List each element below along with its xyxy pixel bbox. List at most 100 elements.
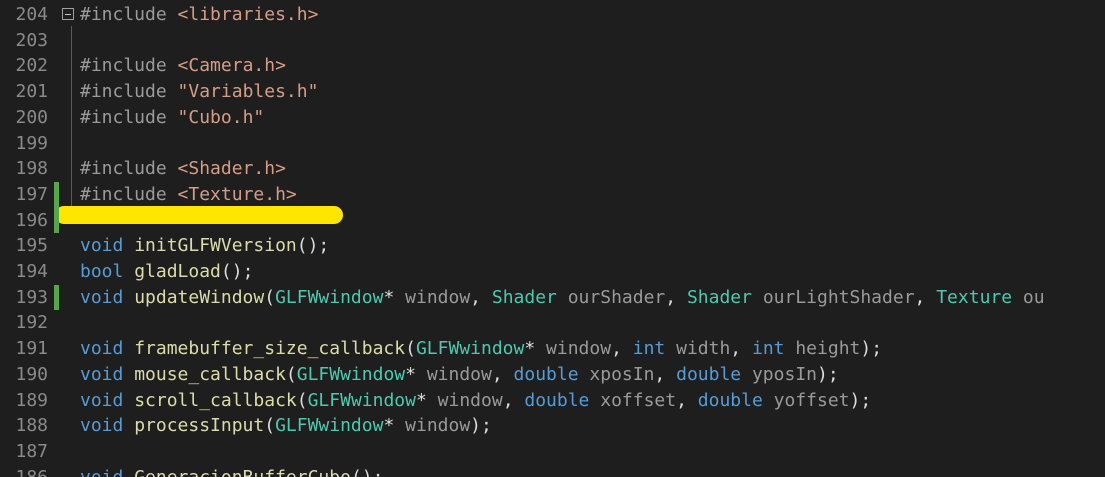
code-line[interactable]: 200 #include "Cubo.h": [0, 105, 1105, 131]
change-marker: [54, 284, 59, 311]
code-token: void: [80, 389, 135, 411]
code-text: #include "Cubo.h": [80, 105, 264, 131]
code-token: ();: [220, 261, 254, 282]
code-token: initGLFWVersion: [134, 235, 297, 257]
code-token: double: [513, 363, 590, 385]
code-token: ourLightShader: [762, 286, 915, 308]
code-line[interactable]: 196: [0, 207, 1105, 234]
code-line[interactable]: 190 void mouse_callback(GLFWwindow* windo…: [0, 362, 1105, 388]
code-token: scroll_callback: [134, 389, 297, 411]
code-line[interactable]: 193 void updateWindow(GLFWwindow* window,…: [0, 284, 1105, 311]
code-token: double: [524, 389, 601, 411]
code-token: window: [546, 338, 612, 360]
code-token: window: [405, 286, 471, 308]
code-token: yposIn: [751, 363, 817, 385]
line-number: 186: [6, 465, 48, 477]
code-line[interactable]: 188 void processInput(GLFWwindow* window)…: [0, 413, 1105, 439]
code-text: void updateWindow(GLFWwindow* window, Sh…: [80, 285, 1045, 311]
code-token: void: [80, 415, 135, 437]
code-token: double: [697, 389, 774, 411]
code-token: ,: [502, 389, 525, 411]
code-line[interactable]: 191 void framebuffer_size_callback(GLFWwi…: [0, 336, 1105, 362]
code-token: void: [80, 467, 134, 477]
code-token: GLFWwindow: [275, 286, 384, 308]
code-token: #include: [80, 81, 178, 103]
code-token: ,: [611, 338, 633, 360]
code-token: Shader: [491, 286, 568, 308]
code-token: width: [676, 338, 731, 360]
code-token: updateWindow: [134, 286, 265, 308]
change-marker: [54, 207, 59, 234]
code-line[interactable]: 197 #include <Texture.h>: [0, 181, 1105, 208]
code-line[interactable]: 199: [0, 131, 1105, 157]
code-text: void initGLFWVersion();: [80, 233, 329, 259]
code-text: void processInput(GLFWwindow* window);: [80, 413, 492, 439]
code-line[interactable]: 198 #include <Shader.h>: [0, 156, 1105, 182]
code-line[interactable]: 194 bool gladLoad();: [0, 259, 1105, 285]
code-token: #include: [80, 183, 178, 205]
code-token: Texture: [936, 286, 1023, 308]
code-token: ,: [914, 286, 937, 308]
code-line[interactable]: 192: [0, 310, 1105, 336]
code-token: *: [405, 363, 427, 385]
code-token: height: [795, 338, 861, 360]
code-line[interactable]: 186 void GeneracionBufferCubo();: [0, 465, 1105, 477]
code-token: <Texture.h>: [177, 183, 297, 205]
code-token: );: [860, 338, 883, 360]
code-token: ,: [654, 363, 677, 385]
code-text: #include "Variables.h": [80, 79, 318, 105]
code-line[interactable]: 203: [0, 28, 1105, 54]
code-token: #include: [80, 55, 178, 77]
code-token: ,: [470, 286, 492, 308]
collapse-toggle-icon[interactable]: [62, 8, 74, 20]
code-token: framebuffer_size_callback: [134, 338, 406, 360]
line-number: 204: [15, 4, 48, 25]
code-token: ,: [491, 363, 514, 385]
code-token: xposIn: [589, 363, 655, 385]
code-token: GLFWwindow: [275, 415, 384, 437]
code-token: #include: [80, 4, 178, 25]
code-token: void: [80, 363, 135, 385]
code-token: ();: [351, 467, 384, 477]
code-token: );: [849, 389, 872, 411]
code-token: processInput: [134, 415, 265, 437]
code-token: ();: [296, 235, 330, 257]
line-number: 199: [15, 132, 48, 154]
code-token: void: [80, 235, 135, 257]
code-text: void mouse_callback(GLFWwindow* window, …: [80, 362, 839, 388]
code-token: GLFWwindow: [296, 363, 406, 385]
code-line[interactable]: 204 #include <libraries.h>: [0, 2, 1105, 28]
code-token: GeneracionBufferCubo: [134, 467, 351, 477]
code-token: Shader: [686, 286, 763, 308]
code-line[interactable]: 195 void initGLFWVersion();: [0, 233, 1105, 259]
code-token: double: [676, 363, 752, 385]
code-token: window: [405, 415, 471, 437]
code-text: void scroll_callback(GLFWwindow* window,…: [80, 388, 871, 414]
code-token: GLFWwindow: [415, 338, 525, 360]
code-line[interactable]: 189 void scroll_callback(GLFWwindow* wind…: [0, 388, 1105, 414]
code-line[interactable]: 202 #include <Camera.h>: [0, 53, 1105, 79]
line-number: 197: [15, 183, 48, 205]
code-token: #include: [80, 106, 178, 128]
code-token: (: [405, 338, 416, 360]
code-line[interactable]: 201 #include "Variables.h": [0, 79, 1105, 105]
code-token: bool: [80, 261, 135, 282]
code-token: window: [437, 389, 503, 411]
code-text: void framebuffer_size_callback(GLFWwindo…: [80, 336, 882, 362]
code-token: ourShader: [567, 286, 666, 308]
line-number: 192: [15, 312, 48, 334]
code-token: <Camera.h>: [177, 55, 286, 77]
code-line[interactable]: 187: [0, 439, 1105, 465]
code-token: *: [383, 415, 406, 437]
line-number: 198: [15, 158, 48, 180]
code-text: #include <libraries.h>: [80, 2, 318, 28]
code-token: *: [383, 286, 406, 308]
line-number: 193: [15, 286, 48, 308]
line-number: 202: [15, 55, 48, 77]
code-token: window: [426, 363, 492, 385]
code-token: (: [285, 363, 297, 385]
code-editor[interactable]: 204 #include <libraries.h> 203 202 #include …: [0, 0, 1105, 477]
code-token: <libraries.h>: [177, 4, 319, 25]
line-number: 195: [15, 235, 48, 257]
code-token: int: [632, 338, 677, 360]
